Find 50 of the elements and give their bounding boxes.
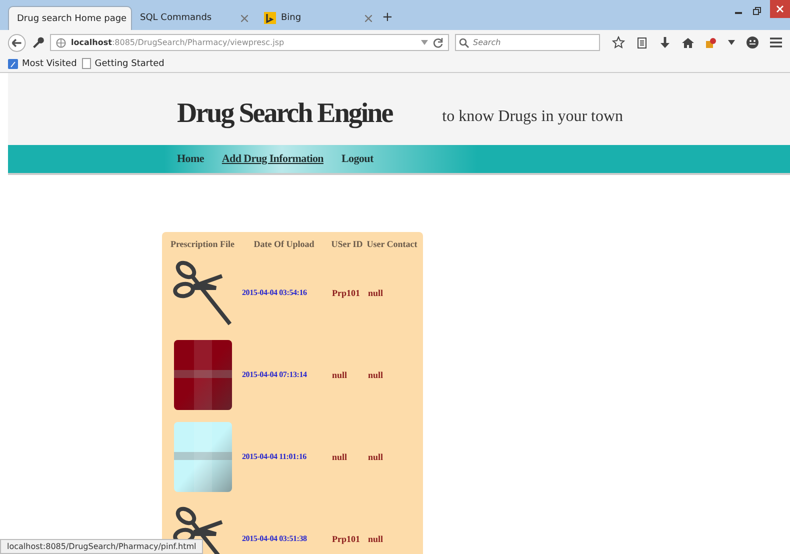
user-id: Prp101 (331, 287, 360, 299)
site-title: Drug Search Engine (177, 98, 392, 130)
download-icon[interactable] (659, 36, 672, 49)
dropdown-icon[interactable] (728, 40, 736, 45)
column-header: Prescription File (169, 238, 236, 251)
upload-date: 2015-04-04 03:54:16 (241, 287, 307, 299)
menu-icon[interactable] (770, 37, 782, 48)
user-contact: null (367, 369, 384, 381)
address-field[interactable]: localhost:8085/DrugSearch/Pharmacy/viewpresc.jsp (50, 34, 450, 51)
user-contact: null (367, 451, 384, 463)
column-header: USer ID (330, 238, 364, 251)
menu-link[interactable]: Logout (341, 153, 374, 165)
upload-date: 2015-04-04 07:13:14 (241, 369, 307, 381)
site-tagline: to know Drugs in your town (442, 108, 624, 126)
browser-tab[interactable]: SQL Commands (132, 6, 256, 30)
back-button-icon[interactable] (8, 32, 26, 52)
user-id: null (331, 369, 348, 381)
bookmark-item[interactable]: Most Visited (8, 58, 77, 68)
star-icon[interactable] (612, 36, 626, 49)
close-icon[interactable] (770, 0, 790, 18)
close-icon[interactable] (365, 14, 372, 22)
user-contact: null (367, 533, 384, 545)
search-field[interactable]: Search (455, 34, 600, 51)
globe-icon (56, 38, 66, 48)
smiley-icon[interactable] (746, 36, 760, 49)
menu-link[interactable]: Home (177, 153, 204, 165)
close-icon[interactable] (241, 14, 248, 22)
status-url: localhost:8085/DrugSearch/Pharmacy/pinf.html (0, 539, 204, 554)
bing-icon (264, 12, 276, 24)
menu-link[interactable]: Add Drug Information (222, 153, 324, 165)
bookmark-folder-icon (8, 58, 18, 68)
new-tab-button[interactable]: + (382, 6, 393, 30)
bookmark-item[interactable]: Getting Started (82, 58, 164, 69)
scissors-drawing (172, 258, 234, 328)
user-id: Prp101 (331, 533, 360, 545)
upload-date: 2015-04-04 11:01:16 (241, 451, 306, 463)
column-header: Date Of Upload (252, 238, 316, 251)
browser-tab[interactable]: Drug search Home page (8, 6, 132, 30)
user-contact: null (367, 287, 384, 299)
clipboard-icon[interactable] (636, 36, 648, 49)
reload-icon[interactable] (433, 38, 444, 48)
upload-date: 2015-04-04 03:51:38 (241, 533, 307, 545)
user-id: null (331, 451, 348, 463)
column-header: User Contact (366, 238, 418, 251)
browser-tab[interactable]: Bing (256, 6, 380, 30)
home-icon[interactable] (682, 36, 694, 48)
url-text: localhost:8085/DrugSearch/Pharmacy/viewpresc.jsp (71, 38, 284, 47)
page-icon (82, 58, 91, 69)
restore-icon[interactable] (752, 6, 762, 16)
search-icon (459, 38, 470, 48)
